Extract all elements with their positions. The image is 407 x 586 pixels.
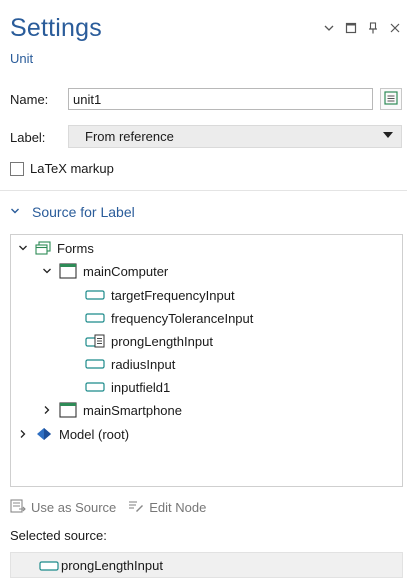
model-icon bbox=[35, 427, 53, 441]
forms-icon bbox=[35, 241, 51, 255]
name-label: Name: bbox=[10, 92, 49, 107]
label-row: Label: bbox=[10, 130, 66, 145]
tree-node-label: targetFrequencyInput bbox=[111, 287, 235, 303]
maximize-icon[interactable] bbox=[345, 22, 357, 34]
expand-chevron-icon[interactable] bbox=[41, 405, 53, 415]
form-icon bbox=[59, 402, 77, 418]
use-as-source-label: Use as Source bbox=[31, 500, 117, 515]
page-title: Settings bbox=[10, 14, 102, 42]
use-as-source-icon bbox=[10, 499, 31, 516]
label-select-value: From reference bbox=[85, 129, 174, 144]
selected-source-box: prongLengthInput bbox=[10, 552, 403, 578]
selected-source-value: prongLengthInput bbox=[61, 557, 163, 573]
pin-icon[interactable] bbox=[367, 22, 379, 34]
edit-node-button[interactable]: Edit Node bbox=[128, 499, 206, 516]
selected-source-label: Selected source: bbox=[10, 528, 107, 543]
tree-node-mainsmartphone[interactable]: mainSmartphone bbox=[41, 400, 182, 420]
page-subtitle: Unit bbox=[10, 51, 34, 66]
close-icon[interactable] bbox=[389, 22, 401, 34]
name-list-button[interactable] bbox=[380, 88, 402, 110]
tree-node-label: frequencyToleranceInput bbox=[111, 310, 254, 326]
form-icon bbox=[59, 263, 77, 279]
tree-node-radiusinput[interactable]: radiusInput bbox=[85, 354, 175, 374]
use-as-source-button[interactable]: Use as Source bbox=[10, 499, 116, 516]
chevron-down-icon[interactable] bbox=[323, 22, 335, 34]
expand-chevron-icon[interactable] bbox=[41, 266, 53, 276]
list-icon bbox=[384, 90, 398, 108]
expand-chevron-icon[interactable] bbox=[17, 429, 29, 439]
input-field-icon bbox=[85, 381, 105, 393]
input-field-icon bbox=[85, 289, 105, 301]
input-field-with-unit-icon bbox=[85, 334, 105, 348]
edit-node-icon bbox=[128, 499, 149, 516]
latex-checkbox[interactable] bbox=[10, 162, 24, 176]
tree-actions-toolbar: Use as Source Edit Node bbox=[10, 499, 218, 516]
tree-node-pronglengthinput[interactable]: prongLengthInput bbox=[85, 331, 213, 351]
section-source-for-label[interactable]: Source for Label bbox=[0, 190, 407, 232]
name-field[interactable] bbox=[68, 88, 373, 110]
tree-node-frequencytoleranceinput[interactable]: frequencyToleranceInput bbox=[85, 308, 253, 328]
input-field-icon bbox=[85, 358, 105, 370]
label-label: Label: bbox=[10, 130, 46, 145]
tree-node-inputfield1[interactable]: inputfield1 bbox=[85, 377, 170, 397]
tree-node-label: radiusInput bbox=[111, 356, 176, 372]
source-tree[interactable]: Forms mainComputer targetFrequencyInput … bbox=[10, 234, 403, 487]
tree-node-model-root[interactable]: Model (root) bbox=[17, 424, 129, 444]
edit-node-label: Edit Node bbox=[149, 500, 207, 515]
tree-node-forms[interactable]: Forms bbox=[17, 238, 94, 258]
tree-node-label: Model (root) bbox=[59, 426, 130, 442]
caret-down-icon bbox=[383, 132, 393, 138]
name-row: Name: bbox=[10, 92, 66, 107]
latex-checkbox-label: LaTeX markup bbox=[30, 161, 114, 176]
input-field-icon bbox=[85, 312, 105, 324]
input-field-icon bbox=[39, 560, 59, 575]
tree-node-targetfrequencyinput[interactable]: targetFrequencyInput bbox=[85, 285, 235, 305]
window-controls bbox=[323, 22, 401, 34]
label-select[interactable]: From reference bbox=[68, 125, 402, 148]
tree-node-label: inputfield1 bbox=[111, 379, 171, 395]
chevron-down-icon bbox=[10, 205, 20, 219]
tree-node-label: prongLengthInput bbox=[111, 333, 213, 349]
tree-node-label: Forms bbox=[57, 240, 94, 256]
expand-chevron-icon[interactable] bbox=[17, 243, 29, 253]
tree-node-label: mainSmartphone bbox=[83, 402, 182, 418]
tree-node-label: mainComputer bbox=[83, 263, 169, 279]
section-title: Source for Label bbox=[32, 203, 135, 220]
tree-node-maincomputer[interactable]: mainComputer bbox=[41, 261, 168, 281]
